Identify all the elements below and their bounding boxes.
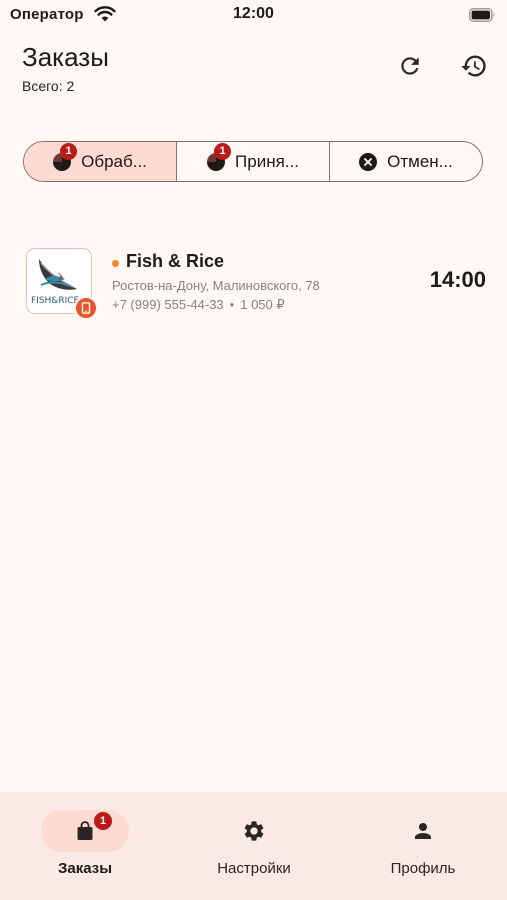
- nav-item-profile[interactable]: Профиль: [358, 810, 488, 880]
- person-icon: [415, 823, 431, 839]
- nav-label: Настройки: [217, 860, 291, 877]
- order-status-filter: 1 Обраб... 1 Приня... Отмен...: [23, 141, 483, 182]
- nav-label: Профиль: [390, 860, 456, 877]
- filter-label: Приня...: [235, 151, 299, 171]
- shop-address: Ростов-на-Дону, Малиновского, 78: [112, 278, 320, 293]
- processing-icon: 1: [53, 142, 78, 171]
- filter-label: Обраб...: [81, 151, 147, 171]
- filter-accepted[interactable]: 1 Приня...: [177, 142, 330, 181]
- nav-badge: 1: [94, 812, 112, 830]
- orders-count: Всего: 2: [22, 78, 75, 94]
- refresh-button[interactable]: [394, 50, 426, 82]
- order-contact-line: +7 (999) 555-44-33 • 1 050 ₽: [112, 297, 285, 313]
- order-amount: 1 050 ₽: [240, 297, 285, 312]
- order-source-badge: [74, 296, 98, 320]
- bottom-navigation: 1 Заказы Настройки Профиль: [0, 792, 507, 900]
- filter-label: Отмен...: [387, 151, 453, 171]
- accepted-icon: 1: [207, 142, 232, 171]
- nav-item-orders[interactable]: 1 Заказы: [20, 810, 150, 880]
- filter-processing[interactable]: 1 Обраб...: [24, 142, 177, 181]
- logo-text: FISH&RICE: [31, 296, 80, 306]
- order-time: 14:00: [429, 267, 486, 292]
- filter-cancelled[interactable]: Отмен...: [330, 142, 482, 181]
- order-status-dot: [112, 260, 119, 267]
- nav-label: Заказы: [57, 860, 113, 877]
- phone-icon: [81, 302, 91, 314]
- shop-name: Fish & Rice: [126, 251, 225, 271]
- page-title: Заказы: [22, 42, 109, 72]
- filter-badge: 1: [60, 142, 78, 160]
- filter-badge: 1: [214, 142, 232, 160]
- refresh-icon: [401, 57, 419, 75]
- cancel-circle-icon: [359, 152, 378, 171]
- order-list-item[interactable]: FISH&RICE Fish & Rice Ростов-на-Дону, Ма…: [0, 236, 507, 326]
- history-icon: [461, 55, 486, 77]
- status-bar: Оператор 12:00: [0, 0, 507, 32]
- header: Заказы Всего: 2: [0, 40, 507, 100]
- separator: •: [229, 297, 235, 312]
- status-time: 12:00: [233, 5, 274, 22]
- history-button[interactable]: [458, 50, 490, 82]
- customer-phone: +7 (999) 555-44-33: [112, 297, 224, 312]
- battery-icon: [469, 8, 495, 22]
- gear-icon: [244, 821, 264, 841]
- nav-item-settings[interactable]: Настройки: [189, 810, 319, 880]
